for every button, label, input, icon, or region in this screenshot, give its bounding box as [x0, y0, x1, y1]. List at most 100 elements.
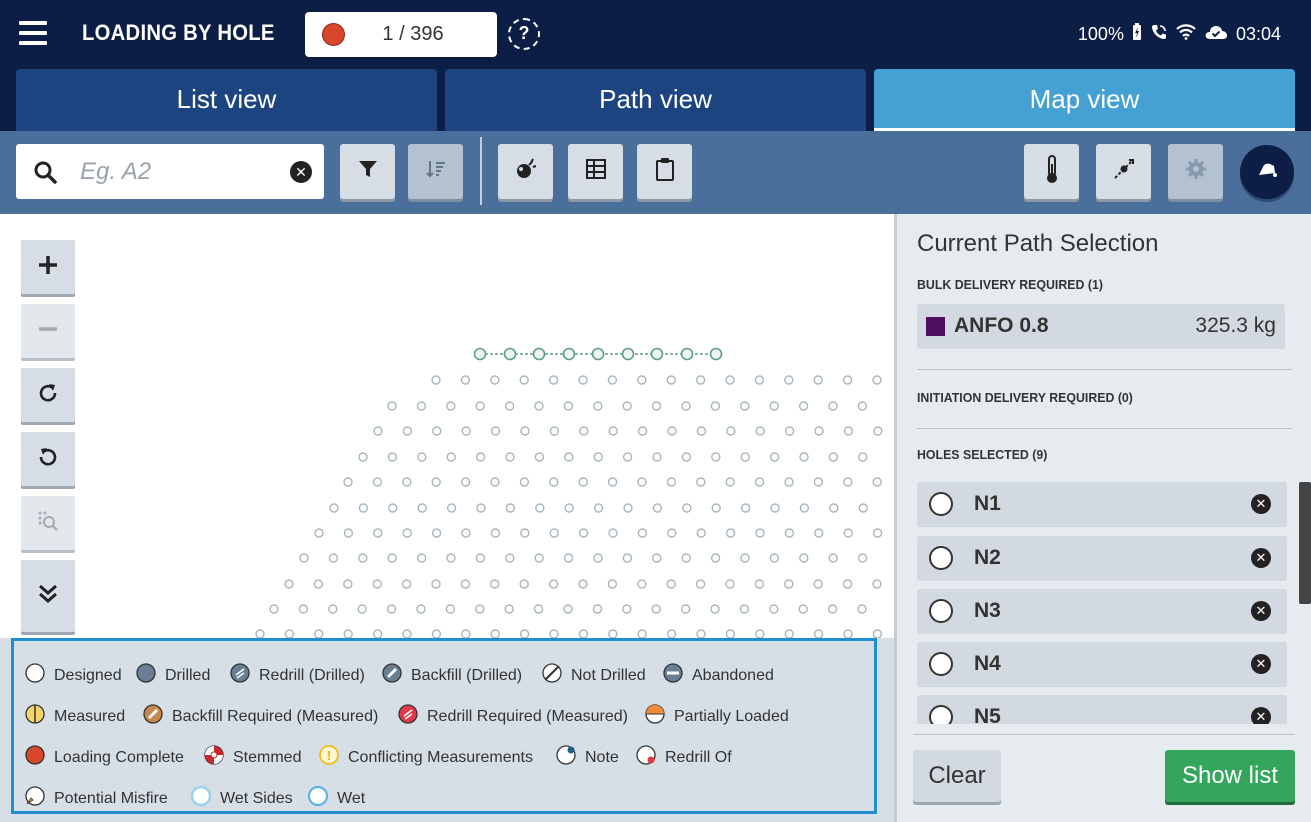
designed-hole[interactable] — [784, 629, 794, 638]
designed-hole[interactable] — [696, 528, 706, 538]
designed-hole[interactable] — [387, 401, 397, 411]
designed-hole[interactable] — [578, 629, 589, 638]
designed-hole[interactable] — [416, 401, 427, 411]
remove-hole-icon[interactable]: ✕ — [1251, 707, 1271, 724]
designed-hole[interactable] — [769, 553, 780, 563]
designed-hole[interactable] — [754, 375, 765, 385]
hole-row[interactable]: N1 ✕ — [917, 482, 1287, 527]
designed-hole[interactable] — [446, 452, 456, 462]
designed-hole[interactable] — [328, 553, 339, 563]
map-canvas[interactable] — [0, 214, 894, 638]
selected-hole[interactable] — [503, 347, 517, 361]
designed-hole[interactable] — [269, 604, 279, 614]
designed-hole[interactable] — [680, 604, 691, 614]
designed-hole[interactable] — [460, 477, 471, 487]
designed-hole[interactable] — [358, 553, 368, 563]
designed-hole[interactable] — [475, 401, 485, 411]
designed-hole[interactable] — [593, 553, 603, 563]
hole-radio[interactable] — [929, 492, 953, 516]
designed-hole[interactable] — [666, 477, 677, 487]
designed-hole[interactable] — [431, 477, 441, 487]
designed-hole[interactable] — [592, 604, 603, 614]
designed-hole[interactable] — [622, 604, 632, 614]
designed-hole[interactable] — [549, 528, 559, 538]
designed-hole[interactable] — [740, 401, 750, 411]
designed-hole[interactable] — [769, 401, 779, 411]
designed-hole[interactable] — [475, 452, 486, 462]
designed-hole[interactable] — [504, 604, 514, 614]
designed-hole[interactable] — [813, 629, 824, 638]
designed-hole[interactable] — [461, 426, 471, 436]
designed-hole[interactable] — [402, 426, 413, 436]
designed-hole[interactable] — [608, 528, 618, 538]
clipboard-button[interactable] — [637, 144, 692, 199]
designed-hole[interactable] — [814, 426, 824, 436]
hole-counter[interactable]: 1 / 396 — [305, 12, 497, 57]
panel-scrollbar[interactable] — [1299, 482, 1311, 604]
designed-hole[interactable] — [607, 579, 618, 589]
tab-map-view[interactable]: Map view — [874, 69, 1295, 131]
designed-hole[interactable] — [710, 553, 721, 563]
designed-hole[interactable] — [637, 426, 648, 436]
designed-hole[interactable] — [667, 528, 677, 538]
designed-hole[interactable] — [416, 553, 427, 563]
designed-hole[interactable] — [769, 452, 780, 462]
designed-hole[interactable] — [696, 426, 707, 436]
temperature-button[interactable] — [1024, 144, 1079, 199]
designed-hole[interactable] — [373, 426, 383, 436]
designed-hole[interactable] — [549, 477, 559, 487]
designed-hole[interactable] — [431, 579, 441, 589]
designed-hole[interactable] — [446, 503, 457, 513]
designed-hole[interactable] — [666, 375, 676, 385]
designed-hole[interactable] — [798, 604, 808, 614]
designed-hole[interactable] — [520, 426, 530, 436]
designed-hole[interactable] — [519, 629, 530, 638]
designed-hole[interactable] — [578, 477, 588, 487]
designed-hole[interactable] — [695, 579, 706, 589]
designed-hole[interactable] — [798, 401, 809, 411]
rotate-clockwise-button[interactable] — [21, 368, 75, 422]
designed-hole[interactable] — [637, 375, 647, 385]
designed-hole[interactable] — [842, 579, 853, 589]
designed-hole[interactable] — [490, 629, 500, 638]
remove-hole-icon[interactable]: ✕ — [1251, 494, 1271, 514]
designed-hole[interactable] — [358, 452, 368, 462]
designed-hole[interactable] — [754, 477, 765, 487]
designed-hole[interactable] — [608, 426, 618, 436]
selected-hole[interactable] — [709, 347, 723, 361]
designed-hole[interactable] — [858, 503, 868, 513]
designed-hole[interactable] — [725, 629, 736, 638]
designed-hole[interactable] — [827, 604, 838, 614]
hole-radio[interactable] — [929, 705, 953, 724]
designed-hole[interactable] — [431, 375, 441, 385]
designed-hole[interactable] — [402, 477, 412, 487]
designed-hole[interactable] — [725, 528, 736, 538]
designed-hole[interactable] — [461, 528, 471, 538]
designed-hole[interactable] — [755, 426, 765, 436]
designed-hole[interactable] — [549, 629, 559, 638]
designed-hole[interactable] — [475, 553, 486, 563]
designed-hole[interactable] — [681, 553, 691, 563]
designed-hole[interactable] — [607, 375, 618, 385]
remove-hole-icon[interactable]: ✕ — [1251, 601, 1271, 621]
designed-hole[interactable] — [872, 579, 882, 589]
designed-hole[interactable] — [460, 579, 471, 589]
hole-radio[interactable] — [929, 599, 953, 623]
designed-hole[interactable] — [548, 579, 559, 589]
designed-hole[interactable] — [490, 528, 501, 538]
bulk-product-row[interactable]: ANFO 0.8 325.3 kg — [917, 304, 1285, 349]
designed-hole[interactable] — [563, 553, 574, 563]
designed-hole[interactable] — [784, 477, 794, 487]
designed-hole[interactable] — [388, 503, 398, 513]
zoom-selection-button[interactable] — [21, 496, 75, 550]
tab-path-view[interactable]: Path view — [445, 69, 866, 131]
designed-hole[interactable] — [814, 528, 824, 538]
designed-hole[interactable] — [446, 401, 456, 411]
designed-hole[interactable] — [667, 426, 677, 436]
selected-hole[interactable] — [473, 347, 487, 361]
hole-row[interactable]: N2 ✕ — [917, 536, 1287, 581]
zoom-in-button[interactable] — [21, 240, 75, 294]
designed-hole[interactable] — [534, 452, 545, 462]
designed-hole[interactable] — [696, 477, 706, 487]
designed-hole[interactable] — [519, 375, 529, 385]
